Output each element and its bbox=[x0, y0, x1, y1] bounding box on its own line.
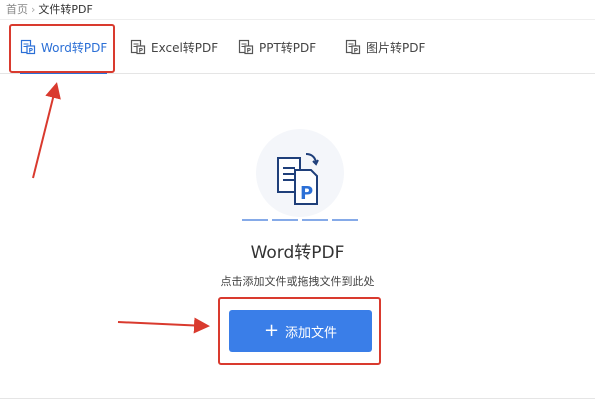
drop-hint: 点击添加文件或拖拽文件到此处 bbox=[220, 275, 375, 288]
excel-doc-icon: P bbox=[130, 39, 146, 54]
svg-text:P: P bbox=[300, 183, 313, 204]
tab-label: PPT转PDF bbox=[259, 40, 317, 55]
breadcrumb-current: 文件转PDF bbox=[38, 3, 93, 16]
tab-excel-to-pdf[interactable]: P Excel转PDF bbox=[130, 21, 218, 73]
word-to-pdf-illustration-icon: P bbox=[242, 129, 358, 221]
arrow-to-word-tab bbox=[32, 82, 61, 179]
svg-text:P: P bbox=[139, 47, 144, 54]
svg-text:P: P bbox=[247, 47, 252, 54]
ppt-doc-icon: P bbox=[238, 39, 254, 54]
tab-image-to-pdf[interactable]: P 图片转PDF bbox=[345, 21, 425, 73]
breadcrumb-home[interactable]: 首页 bbox=[6, 3, 28, 16]
arrow-to-add-button bbox=[117, 317, 210, 334]
tab-ppt-to-pdf[interactable]: P PPT转PDF bbox=[238, 21, 316, 73]
bottom-divider bbox=[0, 398, 595, 399]
highlight-box-add-button bbox=[218, 297, 381, 365]
highlight-box-word-tab bbox=[9, 24, 115, 73]
page-title: Word转PDF bbox=[250, 243, 345, 263]
tab-label: Excel转PDF bbox=[151, 40, 219, 55]
breadcrumb: 首页 › 文件转PDF bbox=[0, 0, 595, 20]
tab-label: 图片转PDF bbox=[366, 40, 426, 55]
breadcrumb-separator: › bbox=[31, 3, 36, 16]
image-doc-icon: P bbox=[345, 39, 361, 54]
svg-text:P: P bbox=[354, 47, 359, 54]
